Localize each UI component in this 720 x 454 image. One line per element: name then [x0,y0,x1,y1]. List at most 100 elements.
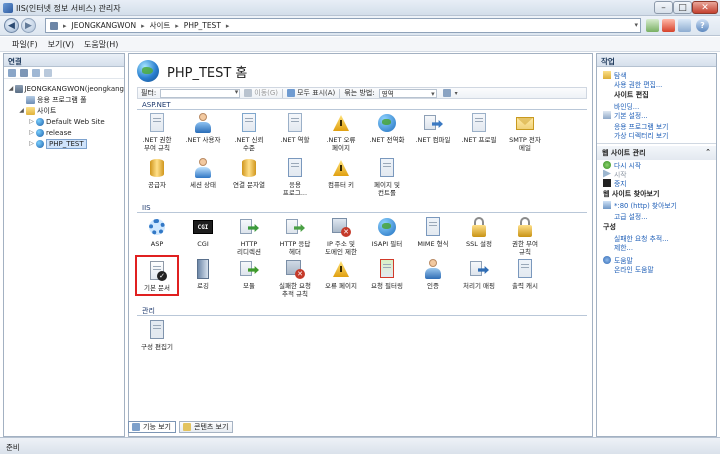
tree-item[interactable]: ▷ Default Web Site [4,116,124,127]
feature-net-error-pages[interactable]: .NET 오류 페이지 [321,112,361,152]
feature-session-state[interactable]: 세션 상태 [183,157,223,189]
feature-pages-controls[interactable]: 페이지 및 컨트롤 [367,157,407,197]
stop-link[interactable]: 중지 [597,178,716,188]
separator [282,88,284,98]
tree-expander-icon[interactable]: ◢ [18,107,25,114]
help-icon[interactable]: ? [696,19,709,32]
show-all-button[interactable]: 모두 표시(A) [287,88,335,98]
stop-icon[interactable] [662,19,675,32]
delete-connection-icon[interactable] [44,69,52,77]
net-roles-icon [284,112,306,134]
feature-ssl-settings[interactable]: SSL 설정 [459,216,499,248]
feature-ip-domain-restrictions[interactable]: ✕ IP 주소 및 도메인 제한 [321,216,361,256]
menu-file[interactable]: 파일(F) [12,39,38,50]
feature-net-users[interactable]: .NET 사용자 [183,112,223,144]
back-button[interactable]: ◀ [4,18,19,33]
tree-item[interactable]: 응용 프로그램 풀 [4,94,124,105]
feature-label: 응용 프로그... [282,181,308,197]
close-button[interactable]: ✕ [692,1,718,14]
basic-settings-link[interactable]: 기본 설정... [597,110,716,120]
filter-input[interactable] [160,88,241,98]
chevron-right-icon: ▸ [175,21,179,30]
feature-http-response-headers[interactable]: HTTP 응답 헤더 [275,216,315,256]
request-filtering-icon [376,258,398,280]
feature-net-authorization[interactable]: .NET 권한 부여 규칙 [137,112,177,152]
feature-net-globalization[interactable]: .NET 전역화 [367,112,407,144]
feature-default-document[interactable]: ✓ 기본 문서 [135,255,179,296]
connect-icon[interactable] [8,69,16,77]
maximize-button[interactable]: □ [673,1,692,14]
chevron-right-icon: ▸ [63,21,67,30]
tab-features-view[interactable]: 기능 보기 [128,421,176,433]
manage-site-heading[interactable]: 웹 사이트 관리 ⌃ [597,146,716,160]
actions-title: 작업 [597,54,716,67]
feature-mime-types[interactable]: MIME 형식 [413,216,453,248]
breadcrumb[interactable]: ▸ JEONGKANGWON ▸ 사이트 ▸ PHP_TEST ▸ ▾ [45,18,641,33]
tab-content-view[interactable]: 콘텐츠 보기 [179,421,234,433]
tree-expander-icon[interactable]: ▷ [28,129,35,136]
tree-item[interactable]: ▷ release [4,127,124,138]
feature-error-pages[interactable]: 오류 페이지 [321,258,361,290]
connections-toolbar [4,67,124,79]
breadcrumb-site[interactable]: PHP_TEST [184,21,221,30]
minimize-button[interactable]: – [654,1,673,14]
view-tabs: 기능 보기 콘텐츠 보기 [128,421,234,433]
feature-failed-request-tracing[interactable]: ✕ 실패한 요청 추적 규칙 [275,258,315,298]
feature-machine-key[interactable]: 컴퓨터 키 [321,157,361,189]
feature-request-filtering[interactable]: 요청 필터링 [367,258,407,290]
breadcrumb-sites[interactable]: 사이트 [150,20,171,31]
tree-item[interactable]: ◢ 사이트 [4,105,124,116]
feature-authorization-rules[interactable]: 권한 부여 규칙 [505,216,545,256]
feature-isapi-filters[interactable]: ISAPI 필터 [367,216,407,248]
feature-net-trust[interactable]: .NET 신뢰 수준 [229,112,269,152]
up-icon[interactable] [32,69,40,77]
edit-permissions-link[interactable]: 사용 권한 편집... [597,79,716,89]
collapse-icon[interactable]: ⌃ [705,148,711,158]
browse-http-link[interactable]: *:80 (http) 찾아보기 [597,200,716,210]
folder-icon [603,70,611,79]
tree-expander-icon[interactable]: ◢ [8,85,14,92]
feature-asp[interactable]: ASP [137,216,177,248]
group-by-label: 묶는 방법: [344,89,375,97]
tree-item-label: release [46,128,72,137]
limits-link[interactable]: 제한... [597,242,716,252]
advanced-settings-link[interactable]: 고급 설정... [597,211,716,221]
forward-button[interactable]: ▶ [21,18,36,33]
go-button[interactable]: 이동(G) [244,88,278,98]
online-help-link[interactable]: 온라인 도움말 [597,264,716,274]
feature-authentication[interactable]: 인증 [413,258,453,290]
tree-item[interactable]: ▷ PHP_TEST [4,138,124,149]
feature-modules[interactable]: 모듈 [229,258,269,290]
menu-help[interactable]: 도움말(H) [84,39,118,50]
feature-http-redirect[interactable]: HTTP 리디렉션 [229,216,269,256]
tree-expander-icon[interactable]: ▷ [28,140,35,147]
feature-output-cache[interactable]: 출력 캐시 [505,258,545,290]
feature-smtp-email[interactable]: SMTP 전자 메일 [505,112,545,152]
breadcrumb-server[interactable]: JEONGKANGWON [72,21,137,30]
menu-view[interactable]: 보기(V) [48,39,74,50]
feature-net-profile[interactable]: .NET 프로필 [459,112,499,144]
limits-label: 제한... [614,243,633,252]
home-icon[interactable] [678,19,691,32]
config-editor-icon [146,319,168,341]
feature-providers[interactable]: 공급자 [137,157,177,189]
tree-expander-icon[interactable]: ▷ [28,118,35,125]
feature-net-compilation[interactable]: .NET 컴파일 [413,112,453,144]
feature-connection-strings[interactable]: 연결 문자열 [229,157,269,189]
tree-item[interactable]: ◢ JEONGKANGWON(jeongkang [4,83,124,94]
address-dropdown-icon[interactable]: ▾ [634,21,638,29]
feature-logging[interactable]: 로깅 [183,258,223,290]
feature-app-settings[interactable]: 응용 프로그... [275,157,315,197]
view-mode-icon[interactable] [442,89,451,97]
save-icon[interactable] [20,69,28,77]
feature-handler-mappings[interactable]: 처리기 매핑 [459,258,499,290]
feature-cgi[interactable]: CGI CGI [183,216,223,248]
feature-label: 세션 상태 [190,181,216,189]
refresh-icon[interactable] [646,19,659,32]
group-by-select[interactable]: 영역 [378,88,437,98]
feature-label: 실패한 요청 추적 규칙 [279,282,311,298]
feature-config-editor[interactable]: 구성 편집기 [137,319,177,351]
view-virtual-dirs-link[interactable]: 가상 디렉터리 보기 [597,130,716,140]
feature-net-roles[interactable]: .NET 역할 [275,112,315,144]
view-mode-dropdown-icon[interactable]: ▾ [455,90,458,97]
